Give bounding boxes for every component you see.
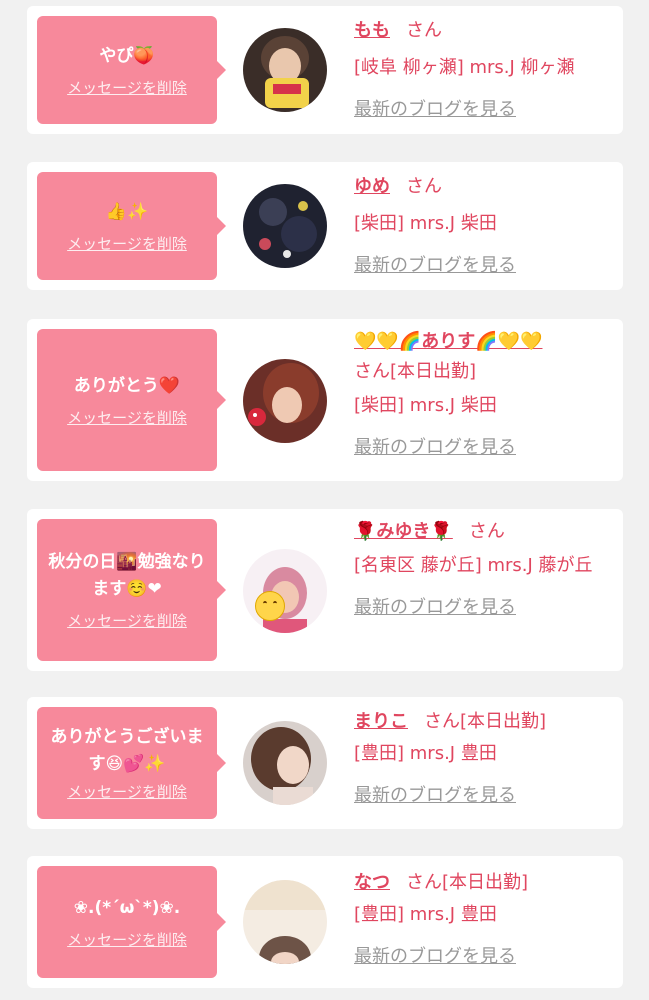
delete-message-link[interactable]: メッセージを削除 — [67, 408, 187, 428]
message-card: ありがとう❤️ メッセージを削除 💛💛🌈ありす🌈💛💛 さん[本日出勤] [柴田] … — [27, 319, 623, 481]
san-label: さん — [468, 521, 505, 542]
message-card: ありがとうございます😆💕✨ メッセージを削除 まりこ さん[本日出勤] [豊田] … — [27, 697, 623, 829]
delete-message-link[interactable]: メッセージを削除 — [67, 611, 187, 631]
avatar[interactable] — [243, 28, 327, 112]
message-card: ❀.(*´ω`*)❀. メッセージを削除 なつ さん[本日出勤] [豊田] mrs… — [27, 856, 623, 988]
profile-name-link[interactable]: もも — [354, 20, 390, 41]
message-text: 秋分の日🌇勉強なります☺️❤ — [48, 552, 206, 599]
message-bubble: ありがとう❤️ メッセージを削除 — [37, 329, 226, 471]
profile-info: もも さん [岐阜 柳ヶ瀬] mrs.J 柳ヶ瀬 最新のブログを見る — [354, 16, 616, 125]
message-text: ありがとう❤️ — [73, 375, 181, 396]
profile-name-link[interactable]: ゆめ — [354, 176, 390, 197]
message-bubble: 👍✨ メッセージを削除 — [37, 172, 226, 280]
delete-message-link[interactable]: メッセージを削除 — [67, 930, 187, 950]
message-bubble: ありがとうございます😆💕✨ メッセージを削除 — [37, 707, 226, 819]
avatar[interactable] — [243, 549, 327, 633]
shop-name: [柴田] mrs.J 柴田 — [354, 395, 497, 416]
profile-info: 💛💛🌈ありす🌈💛💛 さん[本日出勤] [柴田] mrs.J 柴田 最新のブログを見… — [354, 327, 616, 463]
avatar[interactable] — [243, 359, 327, 443]
message-bubble: 秋分の日🌇勉強なります☺️❤ メッセージを削除 — [37, 519, 226, 661]
delete-message-link[interactable]: メッセージを削除 — [67, 782, 187, 802]
profile-name-link[interactable]: 💛💛🌈ありす🌈💛💛 — [354, 331, 542, 352]
profile-info: ゆめ さん [柴田] mrs.J 柴田 最新のブログを見る — [354, 172, 616, 281]
shop-name: [豊田] mrs.J 豊田 — [354, 743, 497, 764]
profile-info: なつ さん[本日出勤] [豊田] mrs.J 豊田 最新のブログを見る — [354, 868, 616, 972]
message-bubble: やぴ🍑 メッセージを削除 — [37, 16, 226, 124]
profile-name-link[interactable]: 🌹みゆき🌹 — [354, 521, 453, 542]
profile-info: まりこ さん[本日出勤] [豊田] mrs.J 豊田 最新のブログを見る — [354, 707, 616, 811]
blog-link[interactable]: 最新のブログを見る — [354, 785, 516, 806]
avatar[interactable] — [243, 721, 327, 805]
profile-info: 🌹みゆき🌹 さん [名東区 藤が丘] mrs.J 藤が丘 最新のブログを見る — [354, 517, 616, 623]
avatar[interactable] — [243, 184, 327, 268]
blog-link[interactable]: 最新のブログを見る — [354, 597, 516, 618]
work-status: [本日出勤] — [442, 872, 529, 893]
message-bubble: ❀.(*´ω`*)❀. メッセージを削除 — [37, 866, 226, 978]
avatar[interactable] — [243, 880, 327, 964]
blog-link[interactable]: 最新のブログを見る — [354, 946, 516, 967]
san-label: さん — [406, 20, 442, 41]
message-text: ❀.(*´ω`*)❀. — [73, 897, 181, 918]
shop-name: [柴田] mrs.J 柴田 — [354, 213, 497, 234]
message-text: 👍✨ — [105, 201, 149, 222]
message-text: やぴ🍑 — [99, 45, 155, 66]
smiley-sticker-icon — [255, 591, 285, 621]
shop-name: [岐阜 柳ヶ瀬] mrs.J 柳ヶ瀬 — [354, 57, 575, 78]
san-label: さん — [406, 872, 442, 893]
san-label: さん — [354, 361, 390, 382]
san-label: さん — [406, 176, 442, 197]
message-list: やぴ🍑 メッセージを削除 もも さん [岐阜 柳ヶ瀬] mrs.J 柳ヶ瀬 最新の… — [0, 0, 649, 1000]
work-status: [本日出勤] — [390, 361, 477, 382]
blog-link[interactable]: 最新のブログを見る — [354, 437, 516, 458]
delete-message-link[interactable]: メッセージを削除 — [67, 78, 187, 98]
blog-link[interactable]: 最新のブログを見る — [354, 99, 516, 120]
shop-name: [名東区 藤が丘] mrs.J 藤が丘 — [354, 555, 593, 576]
message-card: 👍✨ メッセージを削除 ゆめ さん [柴田] mrs.J 柴田 最新のブログを見る — [27, 162, 623, 290]
profile-name-link[interactable]: まりこ — [354, 711, 408, 732]
message-card: やぴ🍑 メッセージを削除 もも さん [岐阜 柳ヶ瀬] mrs.J 柳ヶ瀬 最新の… — [27, 6, 623, 134]
profile-name-link[interactable]: なつ — [354, 872, 390, 893]
san-label: さん — [424, 711, 460, 732]
work-status: [本日出勤] — [460, 711, 547, 732]
message-card: 秋分の日🌇勉強なります☺️❤ メッセージを削除 🌹みゆき🌹 さん [名東区 藤が丘… — [27, 509, 623, 671]
blog-link[interactable]: 最新のブログを見る — [354, 255, 516, 276]
delete-message-link[interactable]: メッセージを削除 — [67, 234, 187, 254]
message-text: ありがとうございます😆💕✨ — [50, 727, 204, 774]
shop-name: [豊田] mrs.J 豊田 — [354, 904, 497, 925]
